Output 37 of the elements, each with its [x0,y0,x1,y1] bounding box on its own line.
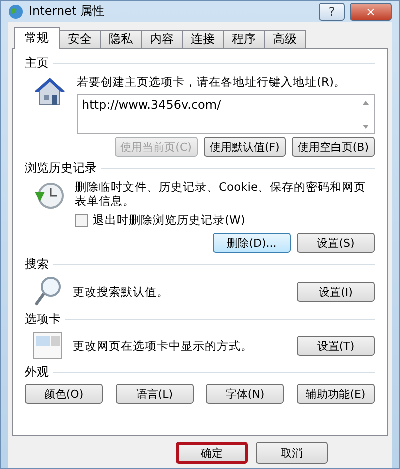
tab[interactable]: 常规 [14,27,60,49]
dialog-button[interactable]: 设置(I) [297,282,375,302]
help-button[interactable]: ? [319,2,345,20]
section-heading: 选项卡 [25,311,61,328]
dialog-button[interactable]: 语言(L) [116,384,194,404]
homepage-instruction: 若要创建主页选项卡，请在各地址行键入地址(R)。 [77,75,347,89]
tab[interactable]: 连接 [182,30,224,49]
checkbox-label: 退出时删除浏览历史记录(W) [93,213,246,228]
globe-icon [8,4,24,20]
clock-icon [33,180,65,212]
dialog-button[interactable]: 设置(S) [297,233,375,253]
section-heading: 外观 [25,364,49,381]
dialog-button[interactable]: 删除(D)... [213,233,291,253]
checkbox[interactable] [75,214,88,227]
tab-window-icon [33,331,63,361]
tab[interactable]: 高级 [264,30,306,49]
section-heading: 搜索 [25,256,49,273]
dialog-button[interactable]: 确定 [176,442,248,464]
tab[interactable]: 程序 [223,30,265,49]
dialog-button[interactable]: 字体(N) [206,384,284,404]
section-description: 更改网页在选项卡中显示的方式。 [73,339,254,353]
dialog-button[interactable]: 取消 [256,442,328,464]
section-heading: 浏览历史记录 [25,160,97,177]
history-description: 删除临时文件、历史记录、Cookie、保存的密码和网页表单信息。 [75,180,368,208]
section-heading: 主页 [25,55,49,72]
homepage-address-field[interactable]: http://www.3456v.com/ [77,94,375,134]
dialog-button[interactable]: 辅助功能(E) [296,384,375,404]
tab[interactable]: 隐私 [100,30,142,49]
dialog-button[interactable]: 使用默认值(F) [204,137,286,157]
dialog-button[interactable]: 设置(T) [297,336,375,356]
tab[interactable]: 内容 [141,30,183,49]
window-title: Internet 属性 [29,3,106,20]
magnifier-icon [33,276,63,308]
dialog-button[interactable]: 颜色(O) [25,384,103,404]
section-description: 更改搜索默认值。 [73,285,170,299]
dialog-button[interactable]: 使用空白页(B) [292,137,375,157]
tab[interactable]: 安全 [59,30,101,49]
